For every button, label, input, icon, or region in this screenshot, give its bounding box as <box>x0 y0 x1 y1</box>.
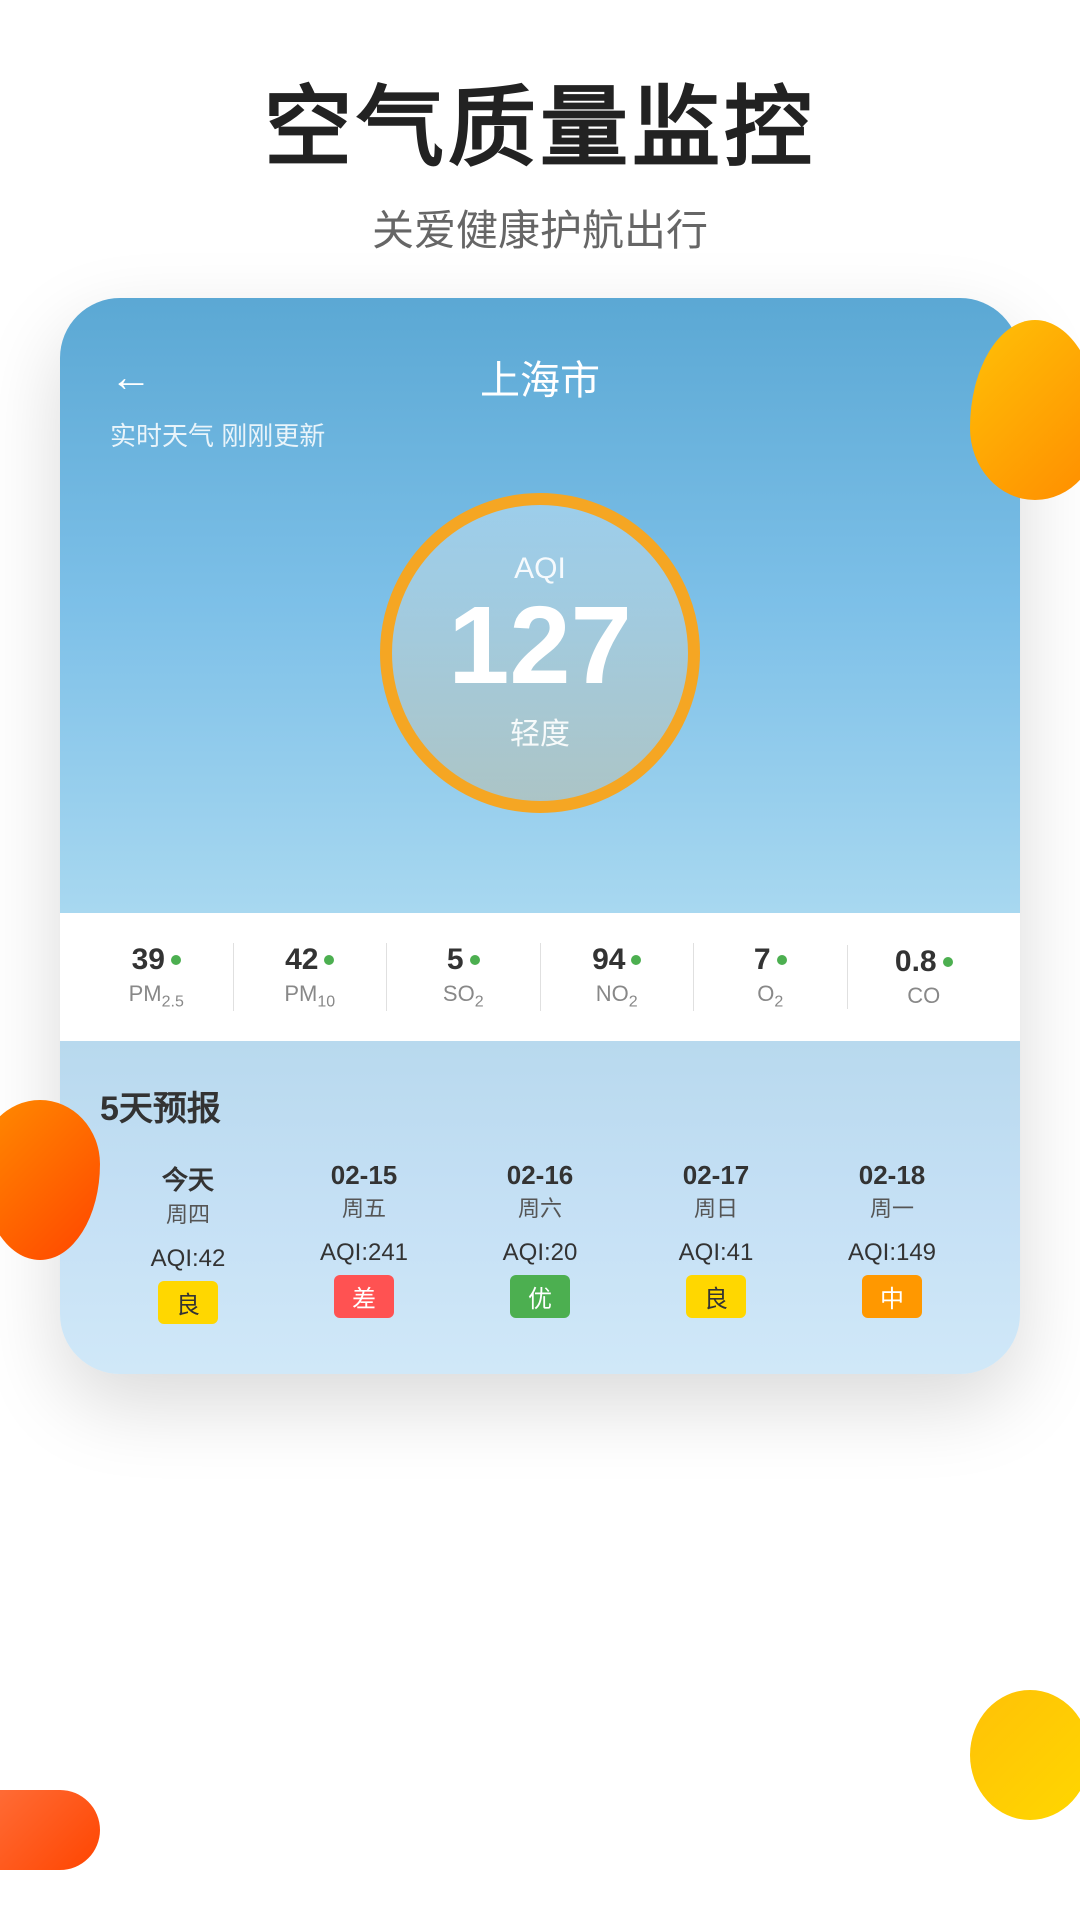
forecast-section: 5天预报 今天 周四 AQI:42 良 02-15 周五 AQI:241 差 0… <box>60 1041 1020 1374</box>
app-header: ← 上海市 实时天气 刚刚更新 AQI 127 轻度 <box>60 298 1020 913</box>
forecast-day-today-aqi: AQI:42 <box>151 1245 226 1273</box>
metric-pm10-dot <box>324 955 334 965</box>
metric-so2-value: 5 <box>447 943 464 977</box>
metric-no2: 94 NO2 <box>540 943 694 1011</box>
metric-pm25: 39 PM2.5 <box>80 943 233 1011</box>
metric-so2-name: SO2 <box>443 981 484 1011</box>
metric-no2-dot <box>631 955 641 965</box>
metric-so2-dot <box>470 955 480 965</box>
forecast-day-0215-badge: 差 <box>334 1275 394 1318</box>
forecast-day-0218-main: 02-18 <box>859 1160 926 1191</box>
aqi-circle-container: AQI 127 轻度 <box>110 493 970 813</box>
forecast-day-0218: 02-18 周一 AQI:149 中 <box>804 1160 980 1324</box>
forecast-day-0215-main: 02-15 <box>331 1160 398 1191</box>
metric-so2: 5 SO2 <box>386 943 540 1011</box>
forecast-day-0216-sub: 周六 <box>518 1191 562 1223</box>
forecast-day-0217-main: 02-17 <box>683 1160 750 1191</box>
forecast-day-0217-sub: 周日 <box>694 1191 738 1223</box>
metric-co-value: 0.8 <box>895 945 937 979</box>
forecast-day-today-sub: 周四 <box>166 1197 210 1229</box>
metric-pm10-name: PM10 <box>284 981 335 1011</box>
decorative-blob-bottom-right <box>970 1690 1080 1820</box>
forecast-day-0217-aqi: AQI:41 <box>679 1239 754 1267</box>
weather-status: 实时天气 刚刚更新 <box>110 416 970 453</box>
metric-pm10-value: 42 <box>285 943 318 977</box>
page-header: 空气质量监控 关爱健康护航出行 <box>0 0 1080 298</box>
metric-pm25-dot <box>171 955 181 965</box>
metric-pm10: 42 PM10 <box>233 943 387 1011</box>
phone-card: ← 上海市 实时天气 刚刚更新 AQI 127 轻度 39 PM2.5 <box>60 298 1020 1374</box>
forecast-day-0216-main: 02-16 <box>507 1160 574 1191</box>
nav-row: ← 上海市 <box>110 348 970 406</box>
page-title: 空气质量监控 <box>0 80 1080 177</box>
forecast-day-0217: 02-17 周日 AQI:41 良 <box>628 1160 804 1324</box>
forecast-day-0217-badge: 良 <box>686 1275 746 1318</box>
metrics-strip: 39 PM2.5 42 PM10 5 SO2 <box>60 913 1020 1041</box>
forecast-day-0215-aqi: AQI:241 <box>320 1239 408 1267</box>
forecast-day-0215-sub: 周五 <box>342 1191 386 1223</box>
forecast-day-0218-aqi: AQI:149 <box>848 1239 936 1267</box>
forecast-title: 5天预报 <box>100 1081 980 1130</box>
forecast-day-0218-badge: 中 <box>862 1275 922 1318</box>
metric-co-name: CO <box>907 983 940 1009</box>
forecast-day-0216: 02-16 周六 AQI:20 优 <box>452 1160 628 1324</box>
back-button[interactable]: ← <box>110 353 152 401</box>
metric-pm25-name: PM2.5 <box>129 981 184 1011</box>
aqi-description: 轻度 <box>510 709 570 753</box>
aqi-label: AQI <box>514 552 566 586</box>
aqi-value: 127 <box>448 591 632 701</box>
metric-o2-dot <box>777 955 787 965</box>
aqi-circle: AQI 127 轻度 <box>380 493 700 813</box>
metric-no2-name: NO2 <box>596 981 638 1011</box>
forecast-day-0215: 02-15 周五 AQI:241 差 <box>276 1160 452 1324</box>
metric-o2-value: 7 <box>754 943 771 977</box>
decorative-blob-bottom-left2 <box>0 1790 100 1870</box>
forecast-day-today-badge: 良 <box>158 1281 218 1324</box>
metric-co-dot <box>943 957 953 967</box>
app-screen: ← 上海市 实时天气 刚刚更新 AQI 127 轻度 39 PM2.5 <box>60 298 1020 1374</box>
forecast-day-0216-badge: 优 <box>510 1275 570 1318</box>
forecast-row: 今天 周四 AQI:42 良 02-15 周五 AQI:241 差 02-16 … <box>100 1160 980 1324</box>
metric-pm25-value: 39 <box>132 943 165 977</box>
metric-o2-name: O2 <box>757 981 783 1011</box>
forecast-day-0218-sub: 周一 <box>870 1191 914 1223</box>
metric-no2-value: 94 <box>592 943 625 977</box>
forecast-day-0216-aqi: AQI:20 <box>503 1239 578 1267</box>
forecast-day-today-main: 今天 <box>162 1160 214 1197</box>
metric-co: 0.8 CO <box>847 945 1001 1009</box>
metric-o2: 7 O2 <box>693 943 847 1011</box>
forecast-day-today: 今天 周四 AQI:42 良 <box>100 1160 276 1324</box>
city-name: 上海市 <box>480 348 600 406</box>
page-subtitle: 关爱健康护航出行 <box>0 197 1080 258</box>
